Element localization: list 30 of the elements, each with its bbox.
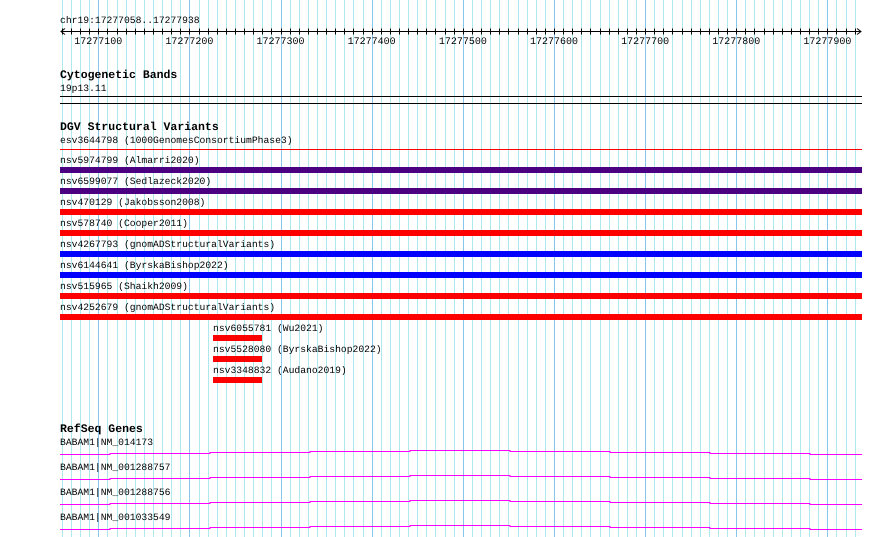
tick-label: 17277300: [256, 37, 305, 48]
variant-label: nsv4267793 (gnomADStructuralVariants): [60, 238, 276, 251]
gene-label: BABAM1|NM_001288757: [60, 461, 170, 474]
location-label: chr19:17277058..17277938: [60, 14, 200, 27]
variant-label: nsv470129 (Jakobsson2008): [60, 196, 206, 209]
variant-label: nsv3348832 (Audano2019): [213, 364, 347, 377]
tick-label: 17277200: [165, 37, 214, 48]
gene-label: BABAM1|NM_014173: [60, 436, 154, 449]
variant-label: nsv5528080 (ByrskaBishop2022): [213, 343, 382, 356]
variant-label: nsv6144641 (ByrskaBishop2022): [60, 259, 229, 272]
track-title: Cytogenetic Bands: [60, 70, 178, 82]
tick-label: 17277800: [712, 37, 760, 48]
variant-label: nsv515965 (Shaikh2009): [60, 280, 188, 293]
variant-label: nsv6599077 (Sedlazeck2020): [60, 175, 212, 188]
tick-label: 17277400: [348, 37, 396, 48]
variant-label: nsv5974799 (Almarri2020): [60, 154, 200, 167]
variant-label: nsv6055781 (Wu2021): [213, 322, 324, 335]
variant-label: nsv578740 (Cooper2011): [60, 217, 188, 230]
variant-label: nsv4252679 (gnomADStructuralVariants): [60, 301, 276, 314]
tick-label: 17277700: [621, 37, 670, 48]
track-title: RefSeq Genes: [60, 424, 143, 436]
gene-label: BABAM1|NM_001288756: [60, 486, 170, 499]
tick-label: 17277600: [530, 37, 578, 48]
tick-label: 17277900: [803, 37, 852, 48]
tick-label: 17277100: [74, 37, 122, 48]
gene-label: BABAM1|NM_001033549: [60, 511, 170, 524]
track-title: DGV Structural Variants: [60, 122, 219, 134]
tick-label: 17277500: [438, 37, 487, 48]
band-label: 19p13.11: [60, 82, 107, 95]
variant-label: esv3644798 (1000GenomesConsortiumPhase3): [60, 134, 293, 147]
